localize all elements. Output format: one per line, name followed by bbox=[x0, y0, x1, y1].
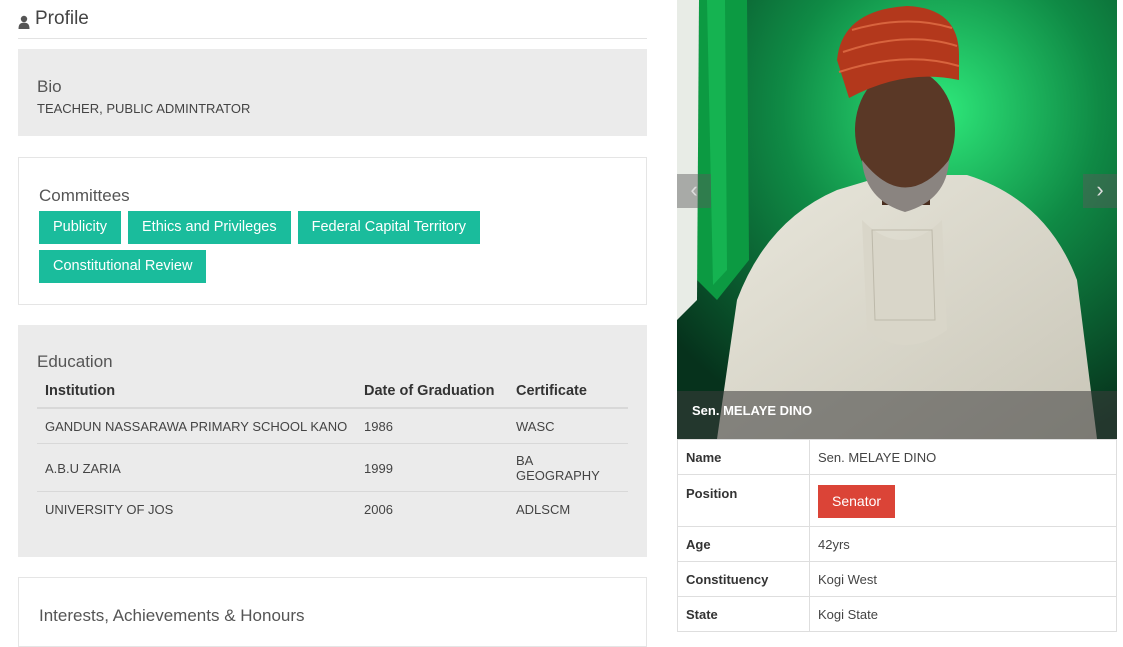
info-row-constituency: Constituency Kogi West bbox=[677, 561, 1117, 597]
education-section: Education Institution Date of Graduation… bbox=[18, 325, 647, 557]
interests-heading: Interests, Achievements & Honours bbox=[39, 606, 305, 625]
education-heading: Education bbox=[37, 352, 113, 371]
age-value: 42yrs bbox=[809, 526, 1117, 562]
table-header-row: Institution Date of Graduation Certifica… bbox=[37, 375, 628, 409]
committee-tag-publicity[interactable]: Publicity bbox=[39, 211, 121, 244]
profile-column: Profile Bio TEACHER, PUBLIC ADMINTRATOR … bbox=[18, 0, 647, 647]
interests-section: Interests, Achievements & Honours bbox=[18, 577, 647, 647]
cell-date: 1986 bbox=[356, 408, 508, 444]
senator-photo bbox=[677, 0, 1117, 439]
committee-tag-constitutional-review[interactable]: Constitutional Review bbox=[39, 250, 207, 283]
user-icon bbox=[18, 13, 30, 29]
state-value: Kogi State bbox=[809, 596, 1117, 632]
senator-info-table: Name Sen. MELAYE DINO Position Senator A… bbox=[677, 439, 1117, 632]
column-header-date: Date of Graduation bbox=[356, 375, 508, 409]
committees-section: Committees Publicity Ethics and Privileg… bbox=[18, 157, 647, 305]
committee-tags: Publicity Ethics and Privileges Federal … bbox=[39, 211, 599, 283]
name-value: Sen. MELAYE DINO bbox=[809, 439, 1117, 475]
cell-institution: UNIVERSITY OF JOS bbox=[45, 502, 174, 517]
page-title-text: Profile bbox=[35, 8, 89, 29]
state-label: State bbox=[677, 596, 810, 632]
bio-section: Bio TEACHER, PUBLIC ADMINTRATOR bbox=[18, 49, 647, 136]
senator-card: Sen. MELAYE DINO ‹ › Name Sen. MELAYE DI… bbox=[677, 0, 1117, 632]
constituency-value: Kogi West bbox=[809, 561, 1117, 597]
position-value-cell: Senator bbox=[809, 474, 1117, 527]
education-table: Institution Date of Graduation Certifica… bbox=[37, 375, 628, 526]
cell-certificate: WASC bbox=[508, 408, 628, 444]
constituency-label: Constituency bbox=[677, 561, 810, 597]
chevron-left-icon[interactable]: ‹ bbox=[677, 174, 711, 208]
committee-tag-fct[interactable]: Federal Capital Territory bbox=[297, 211, 481, 244]
cell-institution: GANDUN NASSARAWA PRIMARY SCHOOL KANO bbox=[37, 408, 356, 444]
committees-heading: Committees bbox=[39, 186, 130, 205]
info-row-name: Name Sen. MELAYE DINO bbox=[677, 439, 1117, 475]
table-row: A.B.U ZARIA 1999 BA GEOGRAPHY bbox=[37, 443, 628, 492]
carousel-caption: Sen. MELAYE DINO bbox=[692, 403, 813, 418]
chevron-right-icon[interactable]: › bbox=[1083, 174, 1117, 208]
cell-certificate: ADLSCM bbox=[516, 502, 571, 517]
info-row-state: State Kogi State bbox=[677, 596, 1117, 632]
cell-institution: A.B.U ZARIA bbox=[37, 443, 356, 492]
info-row-position: Position Senator bbox=[677, 474, 1117, 527]
bio-text: TEACHER, PUBLIC ADMINTRATOR bbox=[37, 101, 251, 116]
position-badge: Senator bbox=[818, 484, 896, 518]
column-header-certificate: Certificate bbox=[508, 375, 628, 409]
name-label: Name bbox=[677, 439, 810, 475]
column-header-institution: Institution bbox=[37, 375, 356, 409]
cell-date: 2006 bbox=[364, 502, 393, 517]
info-row-age: Age 42yrs bbox=[677, 526, 1117, 562]
age-label: Age bbox=[677, 526, 810, 562]
committee-tag-ethics[interactable]: Ethics and Privileges bbox=[128, 211, 291, 244]
position-label: Position bbox=[677, 474, 810, 527]
page-title: Profile bbox=[18, 0, 647, 39]
table-row: UNIVERSITY OF JOS 2006 ADLSCM bbox=[37, 492, 628, 527]
photo-carousel[interactable]: Sen. MELAYE DINO ‹ › bbox=[677, 0, 1117, 439]
cell-date: 1999 bbox=[356, 443, 508, 492]
table-row: GANDUN NASSARAWA PRIMARY SCHOOL KANO 198… bbox=[37, 408, 628, 444]
bio-heading: Bio bbox=[37, 77, 62, 96]
cell-certificate: BA GEOGRAPHY bbox=[508, 443, 628, 492]
